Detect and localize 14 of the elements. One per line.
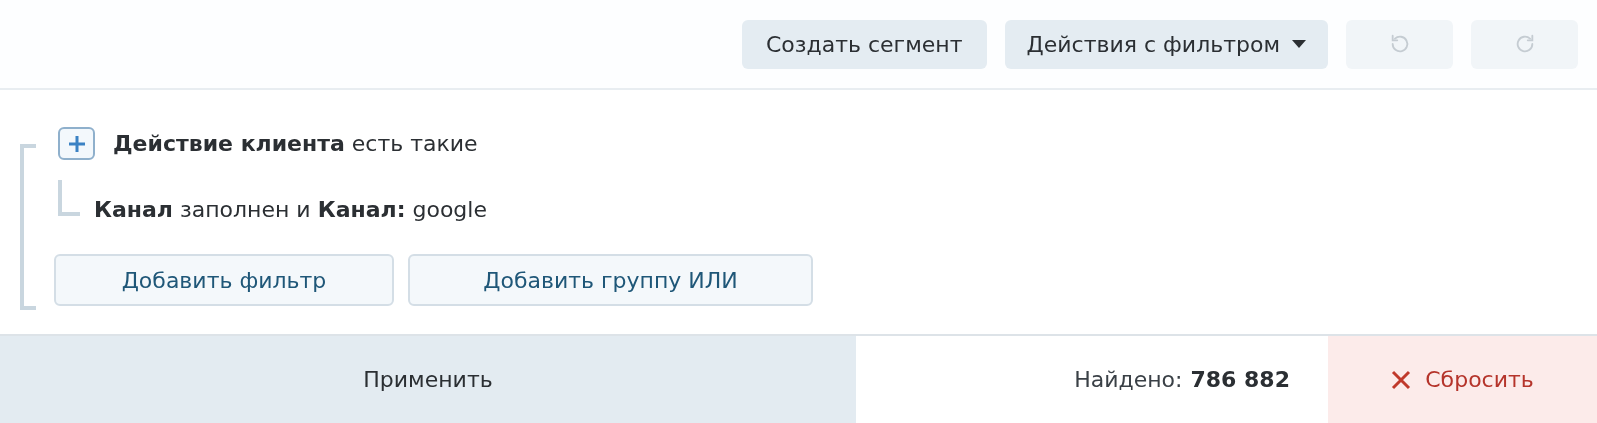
connector-line	[58, 180, 80, 216]
caret-icon	[1292, 40, 1306, 48]
group-title: Действие клиента есть такие	[113, 130, 478, 158]
add-filter-button[interactable]: Добавить фильтр	[54, 254, 394, 306]
filter-condition: Канал заполнен и Канал: google	[94, 196, 487, 224]
found-count: 786 882	[1190, 366, 1290, 394]
add-filter-button[interactable]: Добавить группу ИЛИ	[408, 254, 813, 306]
reset-button[interactable]: Сбросить	[1328, 336, 1597, 423]
close-icon	[1391, 369, 1412, 390]
filter-actions-dropdown[interactable]: Действия с фильтром	[1004, 19, 1328, 69]
apply-button[interactable]: Применить	[0, 336, 856, 423]
add-icon[interactable]	[58, 127, 95, 160]
toolbar-button[interactable]: Создать сегмент	[742, 19, 987, 69]
found-label: Найдено:	[1074, 366, 1183, 394]
